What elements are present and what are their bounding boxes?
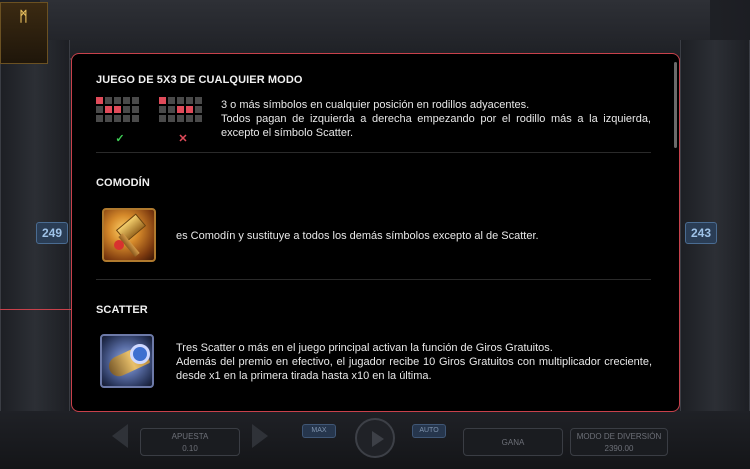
grid-cell — [105, 115, 112, 122]
grid-cell — [105, 97, 112, 104]
grid-cell — [195, 97, 202, 104]
grid-cell — [114, 115, 121, 122]
grid-cell — [186, 97, 193, 104]
grid-cell — [177, 115, 184, 122]
wild-description: es Comodín y sustituye a todos los demás… — [176, 230, 539, 242]
bet-value: 0.10 — [182, 444, 198, 453]
scatter-line-2: Además del premio en efectivo, el jugado… — [176, 356, 652, 382]
grid-cell — [123, 115, 130, 122]
grid-cell-highlighted — [105, 106, 112, 113]
section-title-scatter: SCATTER — [96, 304, 148, 316]
autoplay-button[interactable]: AUTO — [412, 424, 446, 438]
grid-cell — [132, 97, 139, 104]
grid-cell — [96, 106, 103, 113]
grid-cell — [195, 115, 202, 122]
scatter-line-1: Tres Scatter o más en el juego principal… — [176, 342, 553, 354]
bet-increase-arrow-icon[interactable] — [252, 424, 268, 448]
rules-modal: JUEGO DE 5X3 DE CUALQUIER MODO ✓ ✕ 3 o m… — [71, 53, 680, 412]
bet-display: APUESTA 0.10 — [140, 428, 240, 456]
grid-cell — [132, 106, 139, 113]
grid-cell — [114, 97, 121, 104]
scatter-description: Tres Scatter o más en el juego principal… — [176, 341, 652, 383]
payline-indicator — [0, 309, 72, 310]
section-title-wild: COMODÍN — [96, 177, 150, 189]
grid-cell — [177, 97, 184, 104]
grid-cell — [123, 106, 130, 113]
grid-cell-highlighted — [114, 106, 121, 113]
section-title-ways: JUEGO DE 5X3 DE CUALQUIER MODO — [96, 74, 303, 86]
background-arch — [40, 0, 710, 60]
win-label: GANA — [501, 438, 525, 447]
example-grid-invalid — [159, 97, 202, 122]
balance-label: MODO DE DIVERSIÓN — [576, 432, 662, 441]
grid-cell-highlighted — [96, 97, 103, 104]
ways-line-1: 3 o más símbolos en cualquier posición e… — [221, 99, 530, 111]
section-divider — [96, 152, 651, 153]
grid-cell — [168, 115, 175, 122]
win-display: GANA — [463, 428, 563, 456]
bet-decrease-arrow-icon[interactable] — [112, 424, 128, 448]
modal-scrollbar[interactable] — [674, 62, 677, 148]
grid-cell — [195, 106, 202, 113]
grid-cell-highlighted — [186, 106, 193, 113]
side-value-left: 249 — [36, 222, 68, 244]
ways-description: 3 o más símbolos en cualquier posición e… — [221, 98, 651, 140]
grid-cell — [132, 115, 139, 122]
example-grid-valid — [96, 97, 139, 122]
grid-cell — [159, 106, 166, 113]
game-logo: ᛗ — [0, 2, 48, 64]
grid-cell — [159, 115, 166, 122]
balance-value: 2390.00 — [604, 444, 634, 453]
grid-cell — [123, 97, 130, 104]
horn-scatter-icon — [100, 334, 154, 388]
balance-display: MODO DE DIVERSIÓN 2390.00 — [570, 428, 668, 456]
cross-icon: ✕ — [178, 133, 188, 145]
section-divider — [96, 279, 651, 280]
hammer-wild-icon — [102, 208, 156, 262]
checkmark-icon: ✓ — [115, 133, 125, 145]
max-bet-button[interactable]: MAX — [302, 424, 336, 438]
grid-cell — [186, 115, 193, 122]
grid-cell — [96, 115, 103, 122]
ways-line-2: Todos pagan de izquierda a derecha empez… — [221, 113, 651, 139]
grid-cell — [168, 106, 175, 113]
side-value-right: 243 — [685, 222, 717, 244]
spin-button[interactable] — [355, 418, 395, 458]
grid-cell-highlighted — [159, 97, 166, 104]
grid-cell — [168, 97, 175, 104]
grid-cell-highlighted — [177, 106, 184, 113]
bet-label: APUESTA — [171, 432, 209, 441]
